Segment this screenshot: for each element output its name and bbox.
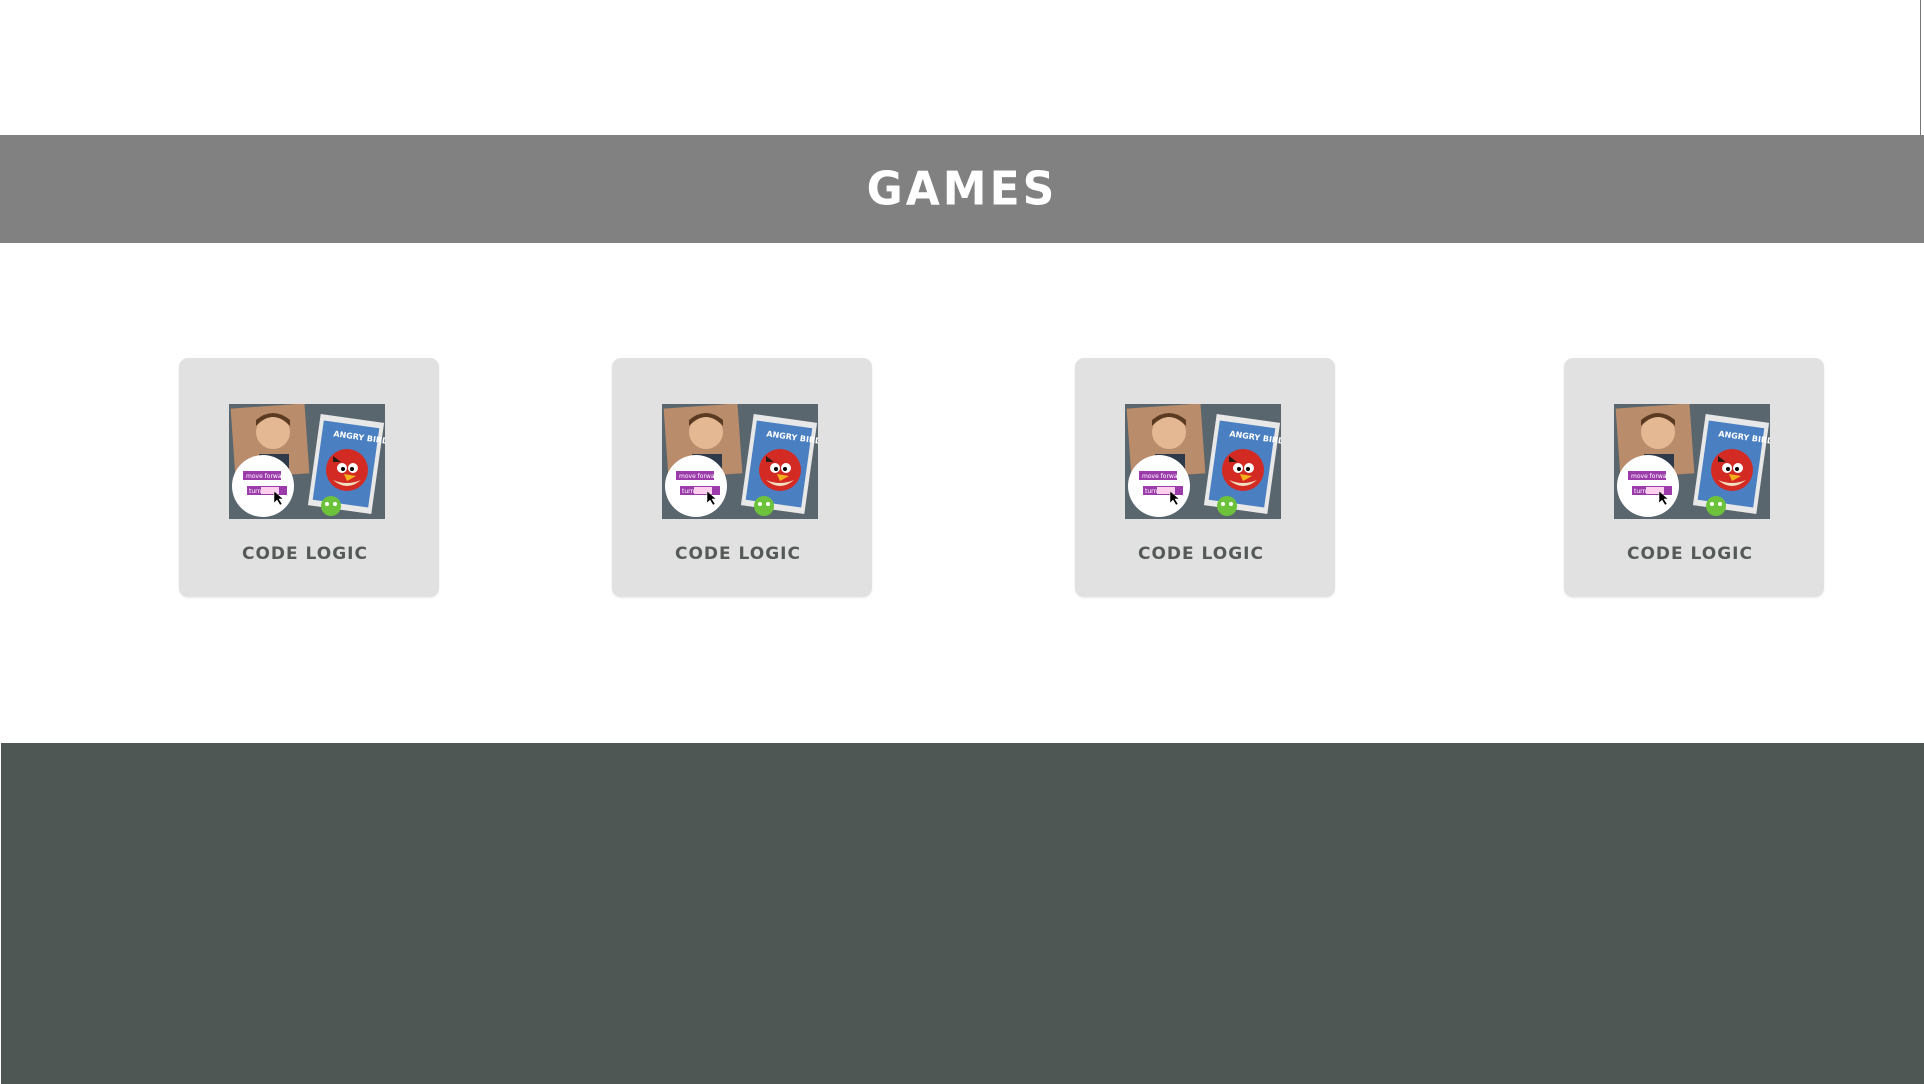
page: GAMES ANGRY BIRDS move forward turn CODE… [0,0,1924,1084]
game-card[interactable]: ANGRY BIRDS move forward turn CODE LOGIC [179,358,439,597]
games-banner: GAMES [0,135,1924,243]
svg-text:move forward: move forward [246,473,288,480]
games-grid: ANGRY BIRDS move forward turn CODE LOGIC [0,243,1924,743]
game-thumbnail[interactable]: ANGRY BIRDS move forward turn [1125,404,1281,519]
game-card[interactable]: ANGRY BIRDS move forward turn CODE LOGIC [1075,358,1335,597]
svg-text:turn: turn [682,488,695,495]
svg-text:move forward: move forward [1631,473,1673,480]
game-title[interactable]: CODE LOGIC [1075,544,1335,564]
code-logic-thumbnail-image: ANGRY BIRDS move forward turn [662,404,818,519]
game-thumbnail[interactable]: ANGRY BIRDS move forward turn [229,404,385,519]
game-title[interactable]: CODE LOGIC [179,544,439,564]
game-thumbnail[interactable]: ANGRY BIRDS move forward turn [662,404,818,519]
scrollbar-edge [1920,0,1921,135]
top-bar [0,0,1924,135]
game-title[interactable]: CODE LOGIC [612,544,872,564]
svg-text:turn: turn [249,488,262,495]
svg-text:turn: turn [1634,488,1647,495]
game-card[interactable]: ANGRY BIRDS move forward turn CODE LOGIC [1564,358,1824,597]
code-logic-thumbnail-image: ANGRY BIRDS move forward turn [229,404,385,519]
game-card[interactable]: ANGRY BIRDS move forward turn CODE LOGIC [612,358,872,597]
page-title: GAMES [866,162,1058,216]
footer [1,743,1924,1084]
svg-text:move forward: move forward [1142,473,1184,480]
game-thumbnail[interactable]: ANGRY BIRDS move forward turn [1614,404,1770,519]
svg-text:turn: turn [1145,488,1158,495]
game-title[interactable]: CODE LOGIC [1564,544,1824,564]
code-logic-thumbnail-image: ANGRY BIRDS move forward turn [1125,404,1281,519]
svg-text:move forward: move forward [679,473,721,480]
code-logic-thumbnail-image: ANGRY BIRDS move forward turn [1614,404,1770,519]
